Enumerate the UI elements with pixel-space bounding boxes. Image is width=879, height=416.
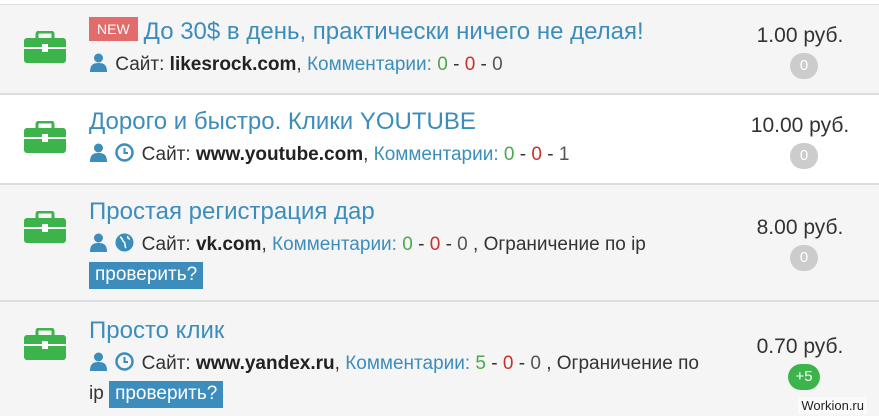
task-row[interactable]: Просто клик Сайт: www.yandex.ru, Коммент… xyxy=(0,301,879,416)
site-domain: vk.com xyxy=(195,234,262,255)
task-body: Дорого и быстро. Клики YOUTUBE Сайт: www… xyxy=(89,107,729,169)
briefcase-icon xyxy=(24,31,66,63)
user-icon xyxy=(89,352,108,371)
check-button[interactable]: проверить? xyxy=(109,381,224,408)
comments-separator: - xyxy=(519,144,527,165)
comments-negative: 0 xyxy=(502,353,514,374)
check-button[interactable]: проверить? xyxy=(89,262,204,289)
task-meta: Сайт: www.youtube.com, Комментарии: 0 - … xyxy=(89,141,729,169)
ip-restriction: , Ограничение по ip xyxy=(473,234,646,255)
counter-badge: 0 xyxy=(790,143,818,169)
price-column: 1.00 руб. 0 xyxy=(729,23,879,79)
comments-link[interactable]: Комментарии: xyxy=(272,234,397,255)
comments-link[interactable]: Комментарии: xyxy=(374,144,499,165)
price-column: 8.00 руб. 0 xyxy=(729,215,879,271)
task-meta: Сайт: likesrock.com, Комментарии: 0 - 0 … xyxy=(89,51,729,79)
counter-badge: 0 xyxy=(790,53,818,79)
briefcase-icon xyxy=(24,121,66,153)
comments-separator: - xyxy=(445,234,452,255)
user-icon xyxy=(89,53,108,72)
comments-separator: - xyxy=(547,144,554,165)
comments-positive: 0 xyxy=(437,54,448,75)
task-meta: Сайт: vk.com, Комментарии: 0 - 0 - 0 , О… xyxy=(89,231,729,259)
task-row[interactable]: Простая регистрация дар Сайт: vk.com, Ко… xyxy=(0,184,879,301)
price-column: 0.70 руб. +5 xyxy=(729,334,879,390)
task-meta-extra: ip проверить? xyxy=(89,380,729,408)
task-title-link[interactable]: До 30$ в день, практически ничего не дел… xyxy=(144,18,644,45)
comments-positive: 0 xyxy=(503,144,515,165)
site-label: Сайт: xyxy=(115,54,165,75)
clock-icon xyxy=(115,352,135,371)
counter-badge: 0 xyxy=(790,245,818,271)
task-body: NEW До 30$ в день, практически ничего не … xyxy=(89,17,729,79)
site-domain: likesrock.com xyxy=(169,54,297,75)
task-list: NEW До 30$ в день, практически ничего не … xyxy=(0,0,879,416)
comments-separator: - xyxy=(418,234,425,255)
ip-restriction: , Ограничение по xyxy=(546,353,699,374)
price-column: 10.00 руб. 0 xyxy=(729,113,879,169)
task-title-line: NEW До 30$ в день, практически ничего не … xyxy=(89,17,729,51)
watermark: Workion.ru xyxy=(798,397,867,414)
task-price: 10.00 руб. xyxy=(750,114,850,137)
task-title-line: Дорого и быстро. Клики YOUTUBE xyxy=(89,107,729,141)
comments-link[interactable]: Комментарии: xyxy=(307,54,432,75)
task-body: Простая регистрация дар Сайт: vk.com, Ко… xyxy=(89,197,729,289)
site-label: Сайт: xyxy=(141,144,191,165)
site-label: Сайт: xyxy=(141,234,191,255)
user-icon xyxy=(89,143,108,162)
task-price: 8.00 руб. xyxy=(756,216,844,239)
comments-link[interactable]: Комментарии: xyxy=(345,353,470,374)
task-body: Просто клик Сайт: www.yandex.ru, Коммент… xyxy=(89,316,729,408)
briefcase-icon xyxy=(24,211,66,243)
site-label: Сайт: xyxy=(141,353,191,374)
briefcase-icon xyxy=(24,328,66,360)
comments-neutral: 1 xyxy=(558,144,570,165)
comments-separator: - xyxy=(480,54,487,75)
task-meta-extra: проверить? xyxy=(89,261,729,289)
task-row[interactable]: NEW До 30$ в день, практически ничего не … xyxy=(0,4,879,94)
comments-negative: 0 xyxy=(531,144,542,165)
comments-neutral: 0 xyxy=(457,234,468,255)
comments-neutral: 0 xyxy=(530,353,541,374)
comments-separator: - xyxy=(453,54,460,75)
task-title-line: Просто клик xyxy=(89,316,729,350)
user-icon xyxy=(89,233,108,252)
new-badge: NEW xyxy=(89,17,138,41)
comments-neutral: 0 xyxy=(492,54,503,75)
ip-restriction-tail: ip xyxy=(89,383,104,404)
task-price: 1.00 руб. xyxy=(756,24,844,47)
task-title-link[interactable]: Дорого и быстро. Клики YOUTUBE xyxy=(89,108,476,135)
task-row[interactable]: Дорого и быстро. Клики YOUTUBE Сайт: www… xyxy=(0,94,879,184)
comments-negative: 0 xyxy=(429,234,441,255)
comments-separator: - xyxy=(518,353,526,374)
task-title-line: Простая регистрация дар xyxy=(89,197,729,231)
comments-separator: - xyxy=(491,353,498,374)
globe-icon xyxy=(115,233,134,252)
task-price: 0.70 руб. xyxy=(756,335,844,358)
comments-negative: 0 xyxy=(464,54,476,75)
clock-icon xyxy=(115,143,135,162)
site-domain: www.yandex.ru xyxy=(195,353,335,374)
task-title-link[interactable]: Просто клик xyxy=(89,317,224,344)
comments-positive: 5 xyxy=(475,353,486,374)
site-domain: www.youtube.com xyxy=(195,144,364,165)
comments-positive: 0 xyxy=(402,234,413,255)
task-meta: Сайт: www.yandex.ru, Комментарии: 5 - 0 … xyxy=(89,350,729,378)
task-title-link[interactable]: Простая регистрация дар xyxy=(89,198,375,225)
counter-badge: +5 xyxy=(788,364,820,390)
